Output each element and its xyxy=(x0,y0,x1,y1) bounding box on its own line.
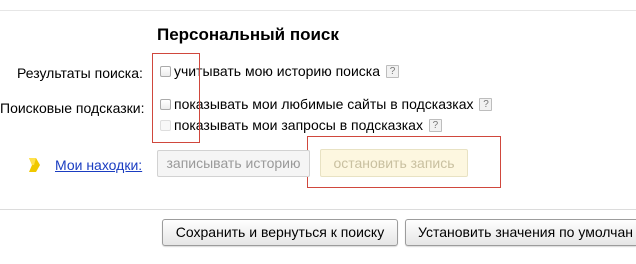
search-results-label: Результаты поиска: xyxy=(17,65,143,81)
section-title: Персональный поиск xyxy=(157,25,339,44)
checkbox-highlight-box xyxy=(152,53,200,143)
set-defaults-button[interactable]: Установить значения по умолчан xyxy=(405,219,636,246)
my-queries-option-label[interactable]: показывать мои запросы в подсказках xyxy=(174,117,423,133)
top-divider xyxy=(0,10,636,11)
my-queries-help-icon[interactable]: ? xyxy=(428,118,442,132)
save-and-return-button[interactable]: Сохранить и вернуться к поиску xyxy=(162,219,398,246)
my-finds-icon xyxy=(29,158,40,172)
record-history-button[interactable]: записывать историю xyxy=(157,150,310,177)
favorite-sites-option-label[interactable]: показывать мои любимые сайты в подсказка… xyxy=(174,96,473,112)
my-finds-link[interactable]: Мои находки: xyxy=(55,157,142,173)
stop-recording-button[interactable]: остановить запись xyxy=(320,149,468,177)
favorite-sites-help-icon[interactable]: ? xyxy=(479,97,493,111)
search-suggestions-label: Поисковые подсказки: xyxy=(0,100,145,116)
bottom-divider xyxy=(0,209,636,210)
favorite-sites-option-row[interactable]: показывать мои любимые сайты в подсказка… xyxy=(160,96,493,112)
history-help-icon[interactable]: ? xyxy=(386,64,400,78)
history-option-label[interactable]: учитывать мою историю поиска xyxy=(174,63,380,79)
my-queries-option-row[interactable]: показывать мои запросы в подсказках ? xyxy=(160,117,442,133)
